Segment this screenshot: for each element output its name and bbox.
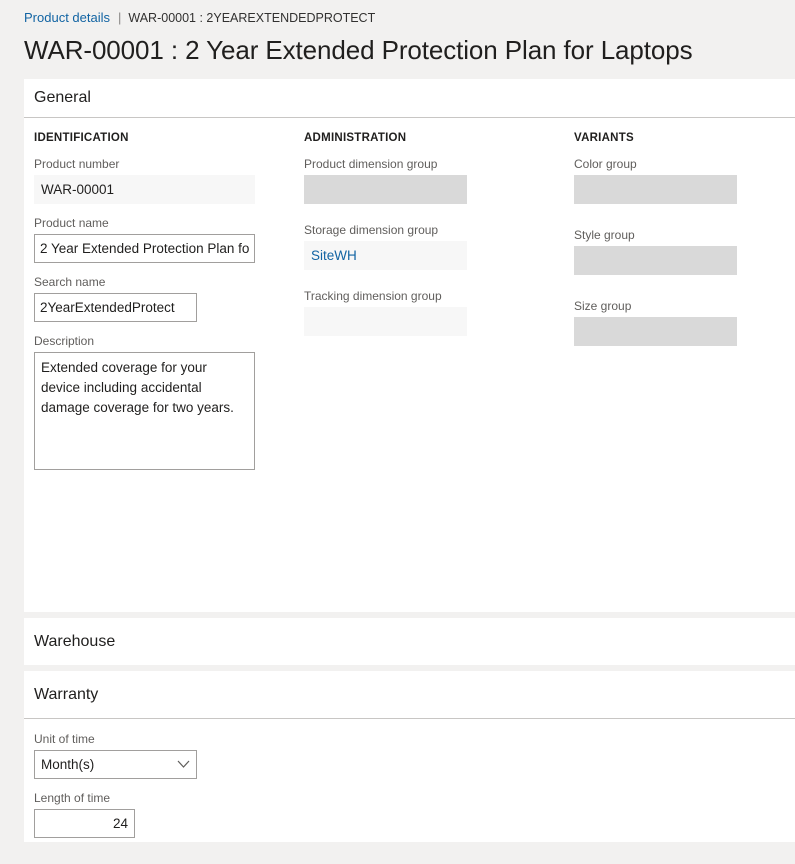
group-heading-variants: VARIANTS xyxy=(574,132,634,144)
panel-general-header[interactable]: General xyxy=(24,79,795,117)
label-description: Description xyxy=(34,334,95,348)
input-length-of-time[interactable] xyxy=(34,809,135,838)
column-identification: IDENTIFICATION Product number Product na… xyxy=(34,132,304,481)
general-columns: IDENTIFICATION Product number Product na… xyxy=(34,132,795,481)
field-product-name: Product name xyxy=(34,215,304,263)
field-color-group: Color group xyxy=(574,156,795,204)
field-storage-dimension-group: Storage dimension group xyxy=(304,222,574,270)
breadcrumb: Product details | WAR-00001 : 2YEAREXTENDE… xyxy=(0,9,795,27)
input-product-name[interactable] xyxy=(34,234,255,263)
input-tracking-dimension-group[interactable] xyxy=(304,307,467,336)
breadcrumb-separator: | xyxy=(118,10,122,25)
page-header: Product details | WAR-00001 : 2YEAREXTENDE… xyxy=(0,0,795,67)
panel-stack: General IDENTIFICATION Product number Pr… xyxy=(0,79,795,842)
breadcrumb-current-item: WAR-00001 : 2YEAREXTENDEDPROTECT xyxy=(128,11,376,25)
input-product-dimension-group xyxy=(304,175,467,204)
page-title: WAR-00001 : 2 Year Extended Protection P… xyxy=(24,35,693,65)
panel-warranty-header[interactable]: Warranty xyxy=(24,671,795,718)
label-length-of-time: Length of time xyxy=(34,791,111,805)
input-product-number[interactable] xyxy=(34,175,255,204)
field-length-of-time: Length of time xyxy=(34,790,795,838)
panel-warehouse-title: Warehouse xyxy=(34,632,116,650)
field-tracking-dimension-group: Tracking dimension group xyxy=(304,288,574,336)
column-variants: VARIANTS Color group Style group Size gr… xyxy=(574,132,795,369)
field-product-dimension-group: Product dimension group xyxy=(304,156,574,204)
label-color-group: Color group xyxy=(574,157,637,171)
panel-warehouse-header[interactable]: Warehouse xyxy=(24,618,795,665)
label-size-group: Size group xyxy=(574,299,632,313)
label-product-number: Product number xyxy=(34,157,120,171)
chevron-down-icon xyxy=(170,760,196,769)
label-unit-of-time: Unit of time xyxy=(34,732,95,746)
dropdown-unit-of-time-value: Month(s) xyxy=(41,757,95,772)
field-description: Description Extended coverage for your d… xyxy=(34,333,304,470)
group-heading-administration: ADMINISTRATION xyxy=(304,132,407,144)
input-description[interactable]: Extended coverage for your device includ… xyxy=(34,352,255,470)
label-search-name: Search name xyxy=(34,275,106,289)
label-style-group: Style group xyxy=(574,228,635,242)
label-product-name: Product name xyxy=(34,216,109,230)
column-administration: ADMINISTRATION Product dimension group S… xyxy=(304,132,574,354)
input-search-name[interactable] xyxy=(34,293,197,322)
input-color-group xyxy=(574,175,737,204)
panel-general-body: IDENTIFICATION Product number Product na… xyxy=(24,118,795,612)
label-storage-dimension-group: Storage dimension group xyxy=(304,223,439,237)
input-storage-dimension-group[interactable] xyxy=(304,241,467,270)
label-tracking-dimension-group: Tracking dimension group xyxy=(304,289,442,303)
panel-general-title: General xyxy=(34,89,91,106)
group-heading-identification: IDENTIFICATION xyxy=(34,132,129,144)
panel-warranty: Warranty Unit of time Month(s) Length of… xyxy=(24,671,795,842)
input-style-group xyxy=(574,246,737,275)
field-size-group: Size group xyxy=(574,298,795,346)
dropdown-unit-of-time[interactable]: Month(s) xyxy=(34,750,197,779)
field-product-number: Product number xyxy=(34,156,304,204)
field-unit-of-time: Unit of time Month(s) xyxy=(34,731,795,779)
input-size-group xyxy=(574,317,737,346)
panel-warranty-title: Warranty xyxy=(34,685,99,703)
panel-warranty-body: Unit of time Month(s) Length of time xyxy=(24,719,795,842)
field-style-group: Style group xyxy=(574,227,795,275)
breadcrumb-link-product-details[interactable]: Product details xyxy=(24,10,110,25)
field-search-name: Search name xyxy=(34,274,304,322)
panel-general: General IDENTIFICATION Product number Pr… xyxy=(24,79,795,612)
panel-warehouse: Warehouse xyxy=(24,618,795,665)
label-product-dimension-group: Product dimension group xyxy=(304,157,438,171)
